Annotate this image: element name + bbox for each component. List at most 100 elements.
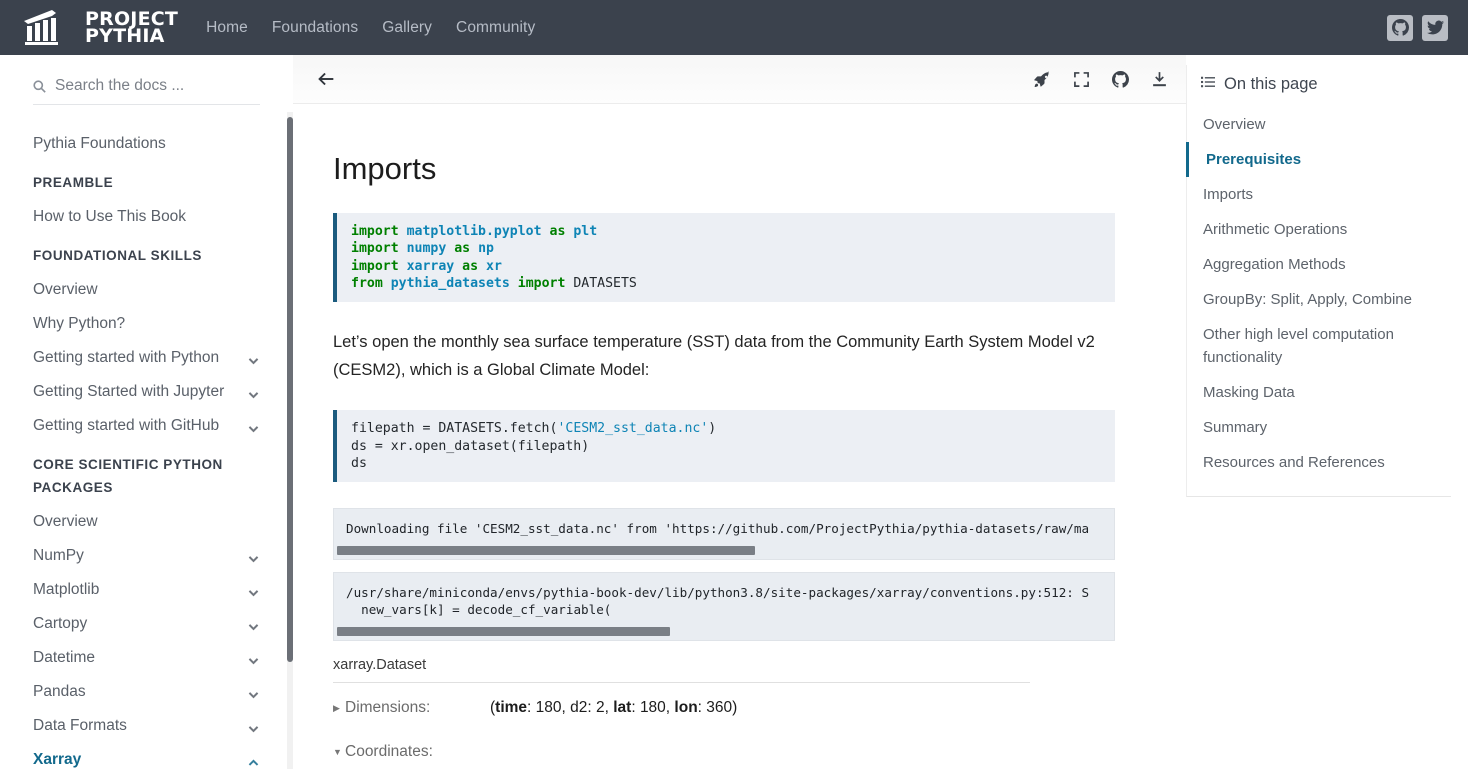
sidebar-item-getting-started-with-github[interactable]: Getting started with GitHub xyxy=(0,409,293,443)
download-icon[interactable] xyxy=(1151,71,1168,88)
sidebar-item-getting-started-with-jupyter[interactable]: Getting Started with Jupyter xyxy=(0,375,293,409)
code-token: plt xyxy=(573,224,597,239)
xarray-coordinates-row[interactable]: ▼ Coordinates: xyxy=(333,743,1115,761)
search-input[interactable] xyxy=(55,77,260,95)
brand-wordmark: PROJECT PYTHIA xyxy=(85,11,178,45)
code-token: as xyxy=(462,259,478,274)
toc-heading: On this page xyxy=(1187,75,1451,107)
nav-link-home[interactable]: Home xyxy=(206,19,248,37)
toc-item-resources-and-references[interactable]: Resources and References xyxy=(1186,445,1451,480)
back-arrow-icon[interactable] xyxy=(315,68,337,90)
sidebar-item-datetime[interactable]: Datetime xyxy=(0,641,293,675)
nav-link-community[interactable]: Community xyxy=(456,19,535,37)
toc-heading-label: On this page xyxy=(1224,75,1318,94)
toc-item-overview[interactable]: Overview xyxy=(1186,107,1451,142)
chevron-down-icon[interactable] xyxy=(247,386,260,399)
code-cell-imports[interactable]: import matplotlib.pyplot as plt import n… xyxy=(333,213,1115,302)
output-download-message: Downloading file 'CESM2_sst_data.nc' fro… xyxy=(333,508,1115,560)
sidebar-item-pythia-foundations[interactable]: Pythia Foundations xyxy=(0,127,293,161)
toc-item-other-high-level-computation-functionality[interactable]: Other high level computation functionali… xyxy=(1186,317,1451,375)
toc-item-imports[interactable]: Imports xyxy=(1186,177,1451,212)
github-icon[interactable] xyxy=(1112,71,1129,88)
sidebar-item-xarray[interactable]: Xarray xyxy=(0,743,293,769)
code-token: import xyxy=(351,224,407,239)
sidebar-item-label: How to Use This Book xyxy=(33,206,186,228)
rocket-launch-icon[interactable] xyxy=(1034,71,1051,88)
code-token: from xyxy=(351,276,391,291)
left-sidebar: Pythia FoundationsPREAMBLEHow to Use Thi… xyxy=(0,55,293,769)
toc-item-prerequisites[interactable]: Prerequisites xyxy=(1186,142,1451,177)
code-token: ds = xr.open_dataset(filepath) xyxy=(351,439,589,454)
sidebar-item-data-formats[interactable]: Data Formats xyxy=(0,709,293,743)
chevron-down-icon[interactable] xyxy=(247,652,260,665)
sidebar-item-label: Getting started with Python xyxy=(33,347,219,369)
sidebar-item-why-python[interactable]: Why Python? xyxy=(0,307,293,341)
toc-item-masking-data[interactable]: Masking Data xyxy=(1186,375,1451,410)
output-scrollbar-track[interactable] xyxy=(337,546,1111,555)
sidebar-item-cartopy[interactable]: Cartopy xyxy=(0,607,293,641)
toc-item-list: OverviewPrerequisitesImportsArithmetic O… xyxy=(1187,107,1451,480)
chevron-down-icon[interactable] xyxy=(247,720,260,733)
chevron-down-icon[interactable] xyxy=(247,686,260,699)
code-token: as xyxy=(550,224,566,239)
xarray-dimensions-row[interactable]: ▶ Dimensions: (time: 180, d2: 2, lat: 18… xyxy=(333,683,1115,717)
code-token: xarray xyxy=(407,259,455,274)
sidebar-item-how-to-use-this-book[interactable]: How to Use This Book xyxy=(0,200,293,234)
code-token: import xyxy=(351,241,407,256)
sidebar-item-numpy[interactable]: NumPy xyxy=(0,539,293,573)
chevron-down-icon[interactable] xyxy=(247,352,260,365)
sidebar-item-overview[interactable]: Overview xyxy=(0,505,293,539)
chevron-up-icon[interactable] xyxy=(247,754,260,767)
code-cell-open-dataset[interactable]: filepath = DATASETS.fetch('CESM2_sst_dat… xyxy=(333,410,1115,482)
code-token: numpy xyxy=(407,241,447,256)
brand-line-2: PYTHIA xyxy=(85,28,178,45)
output-scrollbar-track[interactable] xyxy=(337,627,1111,636)
intro-paragraph: Let’s open the monthly sea surface tempe… xyxy=(333,328,1103,384)
on-this-page-sidebar: On this page OverviewPrerequisitesImport… xyxy=(1186,55,1468,769)
fullscreen-icon[interactable] xyxy=(1073,71,1090,88)
sidebar-item-matplotlib[interactable]: Matplotlib xyxy=(0,573,293,607)
twitter-icon[interactable] xyxy=(1422,15,1448,41)
output-scrollbar-thumb[interactable] xyxy=(337,546,755,555)
xarray-dataset-repr: xarray.Dataset ▶ Dimensions: (time: 180,… xyxy=(333,657,1115,769)
output-scrollbar-thumb[interactable] xyxy=(337,627,670,636)
sidebar-item-label: Cartopy xyxy=(33,613,87,635)
dimensions-value: (time: 180, d2: 2, lat: 180, lon: 360) xyxy=(490,699,737,717)
list-icon xyxy=(1201,75,1215,94)
sidebar-item-overview[interactable]: Overview xyxy=(0,273,293,307)
code-token xyxy=(510,276,518,291)
nav-link-foundations[interactable]: Foundations xyxy=(272,19,358,37)
sidebar-item-pandas[interactable]: Pandas xyxy=(0,675,293,709)
sidebar-item-getting-started-with-python[interactable]: Getting started with Python xyxy=(0,341,293,375)
sidebar-item-label: NumPy xyxy=(33,545,84,567)
toc-item-arithmetic-operations[interactable]: Arithmetic Operations xyxy=(1186,212,1451,247)
output-warning-message: /usr/share/miniconda/envs/pythia-book-de… xyxy=(333,572,1115,641)
code-token xyxy=(542,224,550,239)
code-token: 'CESM2_sst_data.nc' xyxy=(557,421,708,436)
search-box[interactable] xyxy=(33,77,260,105)
page-title: Imports xyxy=(333,150,1146,187)
dimension-token: : 180, xyxy=(631,699,674,716)
chevron-down-icon[interactable] xyxy=(247,584,260,597)
chevron-down-icon[interactable] xyxy=(247,618,260,631)
sidebar-item-label: Matplotlib xyxy=(33,579,99,601)
toc-item-aggregation-methods[interactable]: Aggregation Methods xyxy=(1186,247,1451,282)
triangle-down-icon[interactable]: ▼ xyxy=(333,747,345,757)
code-token xyxy=(470,241,478,256)
toc-item-summary[interactable]: Summary xyxy=(1186,410,1451,445)
dimension-token: lat xyxy=(613,699,631,716)
chevron-down-icon[interactable] xyxy=(247,550,260,563)
dimension-token: : 180, d2: 2, xyxy=(527,699,613,716)
dimension-token: : 360) xyxy=(698,699,738,716)
code-token: xr xyxy=(486,259,502,274)
output-line: /usr/share/miniconda/envs/pythia-book-de… xyxy=(334,584,1114,601)
github-icon[interactable] xyxy=(1387,15,1413,41)
article-body: Imports import matplotlib.pyplot as plt … xyxy=(293,104,1186,769)
chevron-down-icon[interactable] xyxy=(247,420,260,433)
nav-link-gallery[interactable]: Gallery xyxy=(382,19,432,37)
triangle-right-icon[interactable]: ▶ xyxy=(333,703,345,713)
sidebar-nav-list: Pythia FoundationsPREAMBLEHow to Use Thi… xyxy=(0,127,293,769)
sidebar-item-label: Overview xyxy=(33,279,98,301)
brand-logo-link[interactable]: PROJECT PYTHIA xyxy=(22,9,178,47)
toc-item-groupby-split-apply-combine[interactable]: GroupBy: Split, Apply, Combine xyxy=(1186,282,1451,317)
